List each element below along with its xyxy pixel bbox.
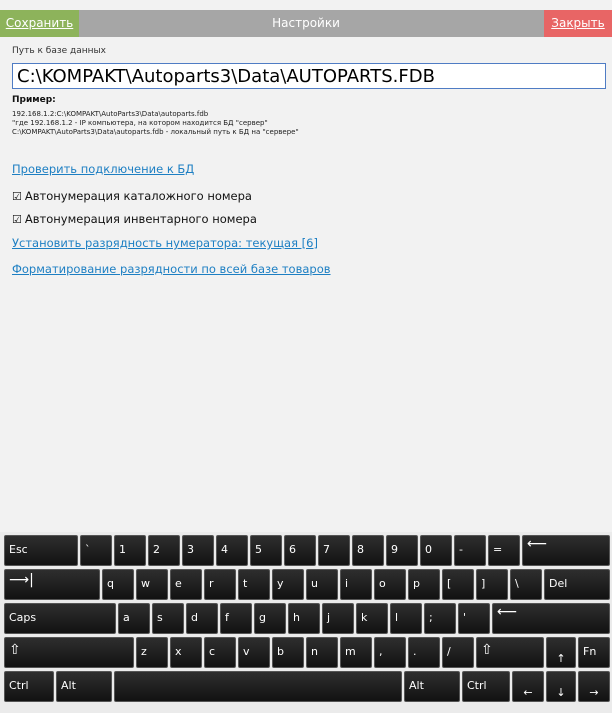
left-alt-key[interactable]: Alt — [56, 671, 112, 702]
checkbox-checked-icon: ☑ — [12, 190, 22, 203]
db-path-label: Путь к базе данных — [12, 46, 106, 56]
key-o[interactable]: o — [374, 569, 406, 600]
key-2[interactable]: 2 — [148, 535, 180, 566]
key-k[interactable]: k — [356, 603, 388, 634]
on-screen-keyboard: Esc ` 1 2 3 4 5 6 7 8 9 0 - = ⟵ ⟶| q w e… — [0, 532, 612, 713]
key-w[interactable]: w — [136, 569, 168, 600]
left-ctrl-key[interactable]: Ctrl — [4, 671, 54, 702]
key-period[interactable]: . — [408, 637, 440, 668]
key-b[interactable]: b — [272, 637, 304, 668]
key-c[interactable]: c — [204, 637, 236, 668]
fn-key[interactable]: Fn — [578, 637, 610, 668]
arrow-down-key[interactable]: ↓ — [546, 671, 576, 702]
key-i[interactable]: i — [340, 569, 372, 600]
key-7[interactable]: 7 — [318, 535, 350, 566]
check-connection-link[interactable]: Проверить подключение к БД — [12, 162, 194, 176]
right-alt-key[interactable]: Alt — [404, 671, 460, 702]
close-button[interactable]: Закрыть — [544, 10, 612, 37]
key-9[interactable]: 9 — [386, 535, 418, 566]
key-backtick[interactable]: ` — [80, 535, 112, 566]
key-4[interactable]: 4 — [216, 535, 248, 566]
key-g[interactable]: g — [254, 603, 286, 634]
key-3[interactable]: 3 — [182, 535, 214, 566]
key-5[interactable]: 5 — [250, 535, 282, 566]
key-a[interactable]: a — [118, 603, 150, 634]
key-j[interactable]: j — [322, 603, 354, 634]
key-semicolon[interactable]: ; — [424, 603, 456, 634]
key-r[interactable]: r — [204, 569, 236, 600]
key-q[interactable]: q — [102, 569, 134, 600]
key-z[interactable]: z — [136, 637, 168, 668]
caps-lock-key[interactable]: Caps — [4, 603, 116, 634]
key-y[interactable]: y — [272, 569, 304, 600]
key-h[interactable]: h — [288, 603, 320, 634]
auto-inventory-label: Автонумерация инвентарного номера — [24, 212, 257, 226]
key-v[interactable]: v — [238, 637, 270, 668]
key-s[interactable]: s — [152, 603, 184, 634]
key-0[interactable]: 0 — [420, 535, 452, 566]
key-f[interactable]: f — [220, 603, 252, 634]
key-equals[interactable]: = — [488, 535, 520, 566]
settings-panel: Путь к базе данных Пример: 192.168.1.2:C… — [12, 46, 610, 276]
key-quote[interactable]: ' — [458, 603, 490, 634]
key-slash[interactable]: / — [442, 637, 474, 668]
checkbox-checked-icon: ☑ — [12, 213, 22, 226]
key-d[interactable]: d — [186, 603, 218, 634]
enter-key[interactable]: ⟵ — [492, 603, 610, 634]
key-l[interactable]: l — [390, 603, 422, 634]
key-n[interactable]: n — [306, 637, 338, 668]
arrow-up-key[interactable]: ↑ — [546, 637, 576, 668]
example-text: 192.168.1.2:C:\KOMPAKT\AutoParts3\Data\a… — [12, 110, 299, 137]
db-path-input[interactable] — [12, 63, 606, 89]
auto-inventory-checkbox[interactable]: ☑ Автонумерация инвентарного номера — [12, 212, 257, 226]
key-t[interactable]: t — [238, 569, 270, 600]
key-minus[interactable]: - — [454, 535, 486, 566]
left-shift-key[interactable]: ⇧ — [4, 637, 134, 668]
key-esc[interactable]: Esc — [4, 535, 78, 566]
right-shift-key[interactable]: ⇧ — [476, 637, 544, 668]
delete-key[interactable]: Del — [544, 569, 610, 600]
example-line: "где 192.168.1.2 - IP компьютера, на кот… — [12, 119, 268, 127]
key-right-bracket[interactable]: ] — [476, 569, 508, 600]
arrow-left-key[interactable]: ← — [512, 671, 544, 702]
key-m[interactable]: m — [340, 637, 372, 668]
title-bar: Сохранить Настройки Закрыть — [0, 10, 612, 37]
key-e[interactable]: e — [170, 569, 202, 600]
example-line: C:\KOMPAKT\AutoParts3\Data\autoparts.fdb… — [12, 128, 299, 136]
key-8[interactable]: 8 — [352, 535, 384, 566]
key-x[interactable]: x — [170, 637, 202, 668]
window-title: Настройки — [272, 16, 340, 30]
auto-catalog-checkbox[interactable]: ☑ Автонумерация каталожного номера — [12, 189, 252, 203]
format-digits-link[interactable]: Форматирование разрядности по всей базе … — [12, 262, 331, 276]
key-1[interactable]: 1 — [114, 535, 146, 566]
example-title: Пример: — [12, 95, 56, 105]
set-digits-link[interactable]: Установить разрядность нумератора: текущ… — [12, 236, 318, 250]
backspace-key[interactable]: ⟵ — [522, 535, 610, 566]
right-ctrl-key[interactable]: Ctrl — [462, 671, 510, 702]
key-6[interactable]: 6 — [284, 535, 316, 566]
space-key[interactable] — [114, 671, 402, 702]
auto-catalog-label: Автонумерация каталожного номера — [24, 189, 252, 203]
key-backslash[interactable]: \ — [510, 569, 542, 600]
arrow-right-key[interactable]: → — [578, 671, 610, 702]
key-left-bracket[interactable]: [ — [442, 569, 474, 600]
key-p[interactable]: p — [408, 569, 440, 600]
tab-key[interactable]: ⟶| — [4, 569, 100, 600]
example-line: 192.168.1.2:C:\KOMPAKT\AutoParts3\Data\a… — [12, 110, 209, 118]
key-comma[interactable]: , — [374, 637, 406, 668]
key-u[interactable]: u — [306, 569, 338, 600]
